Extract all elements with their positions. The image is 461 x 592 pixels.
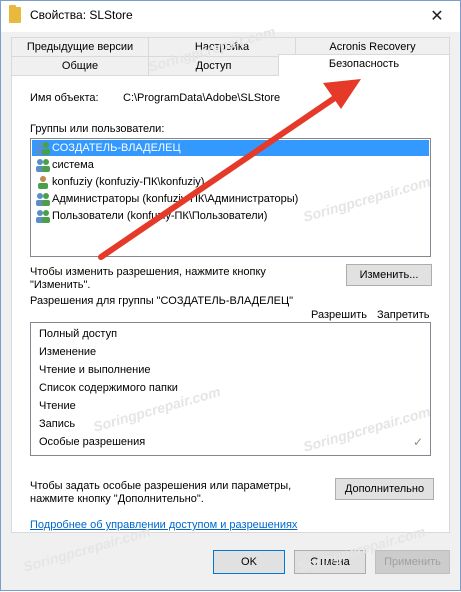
allow-column-header: Разрешить — [311, 309, 367, 321]
list-item-label: Администраторы (konfuziy-ПК\Администрато… — [52, 193, 299, 205]
close-button[interactable]: ✕ — [414, 1, 460, 31]
tab-previous-versions[interactable]: Предыдущие версии — [11, 37, 149, 57]
tab-customize[interactable]: Настройка — [148, 37, 296, 57]
list-item-label: konfuziy (konfuziy-ПК\konfuziy) — [52, 176, 205, 188]
folder-icon — [9, 5, 21, 23]
object-name-value: C:\ProgramData\Adobe\SLStore — [123, 92, 281, 104]
check-icon: ✓ — [413, 435, 424, 449]
users-group-icon — [36, 210, 50, 223]
properties-window: Свойства: SLStore ✕ Предыдущие версии На… — [0, 0, 461, 591]
users-group-icon — [36, 159, 50, 172]
list-item[interactable]: Администраторы (konfuziy-ПК\Администрато… — [32, 191, 429, 207]
list-item-label: Пользователи (konfuziy-ПК\Пользователи) — [52, 210, 268, 222]
deny-column-header: Запретить — [377, 309, 430, 321]
list-item[interactable]: СОЗДАТЕЛЬ-ВЛАДЕЛЕЦ — [32, 140, 429, 156]
users-group-icon — [36, 193, 50, 206]
list-item[interactable]: konfuziy (konfuziy-ПК\konfuziy) — [32, 174, 429, 190]
list-item-label: СОЗДАТЕЛЬ-ВЛАДЕЛЕЦ — [52, 142, 181, 154]
list-item-label: система — [52, 159, 94, 171]
advanced-instructions-line2: нажмите кнопку "Дополнительно". — [30, 493, 204, 505]
title-bar: Свойства: SLStore ✕ — [1, 1, 460, 32]
list-item[interactable]: Пользователи (konfuziy-ПК\Пользователи) — [32, 208, 429, 224]
tab-sharing[interactable]: Доступ — [148, 56, 279, 76]
cancel-button[interactable]: Отмена — [294, 550, 366, 574]
user-icon — [38, 176, 48, 189]
object-name-label: Имя объекта: — [30, 92, 99, 104]
window-title: Свойства: SLStore — [30, 8, 133, 22]
permission-row: Список содержимого папки — [39, 382, 178, 394]
security-tab-panel: Имя объекта: C:\ProgramData\Adobe\SLStor… — [11, 75, 450, 533]
advanced-button[interactable]: Дополнительно — [335, 478, 434, 500]
groups-label: Группы или пользователи: — [30, 123, 165, 135]
permission-row: Чтение и выполнение — [39, 364, 151, 376]
permission-row: Особые разрешения — [39, 436, 146, 448]
dialog-content: Предыдущие версии Настройка Acronis Reco… — [1, 32, 460, 590]
permissions-label: Разрешения для группы "СОЗДАТЕЛЬ-ВЛАДЕЛЕ… — [30, 295, 294, 307]
tab-security[interactable]: Безопасность — [278, 54, 450, 76]
permissions-list: Полный доступ Изменение Чтение и выполне… — [30, 322, 431, 456]
groups-listbox[interactable]: СОЗДАТЕЛЬ-ВЛАДЕЛЕЦ система konfuziy (kon… — [30, 138, 431, 257]
users-group-icon — [36, 142, 50, 155]
permission-row: Запись — [39, 418, 76, 430]
tab-general[interactable]: Общие — [11, 56, 149, 76]
permission-row: Полный доступ — [39, 328, 118, 340]
learn-more-link[interactable]: Подробнее об управлении доступом и разре… — [30, 519, 297, 531]
apply-button[interactable]: Применить — [375, 550, 450, 574]
ok-button[interactable]: OK — [213, 550, 285, 574]
change-instructions-line1: Чтобы изменить разрешения, нажмите кнопк… — [30, 266, 266, 278]
permission-row: Чтение — [39, 400, 76, 412]
list-item[interactable]: система — [32, 157, 429, 173]
change-instructions-line2: "Изменить". — [30, 279, 91, 291]
permission-row: Изменение — [39, 346, 97, 358]
edit-button[interactable]: Изменить... — [346, 264, 432, 286]
advanced-instructions-line1: Чтобы задать особые разрешения или парам… — [30, 480, 292, 492]
